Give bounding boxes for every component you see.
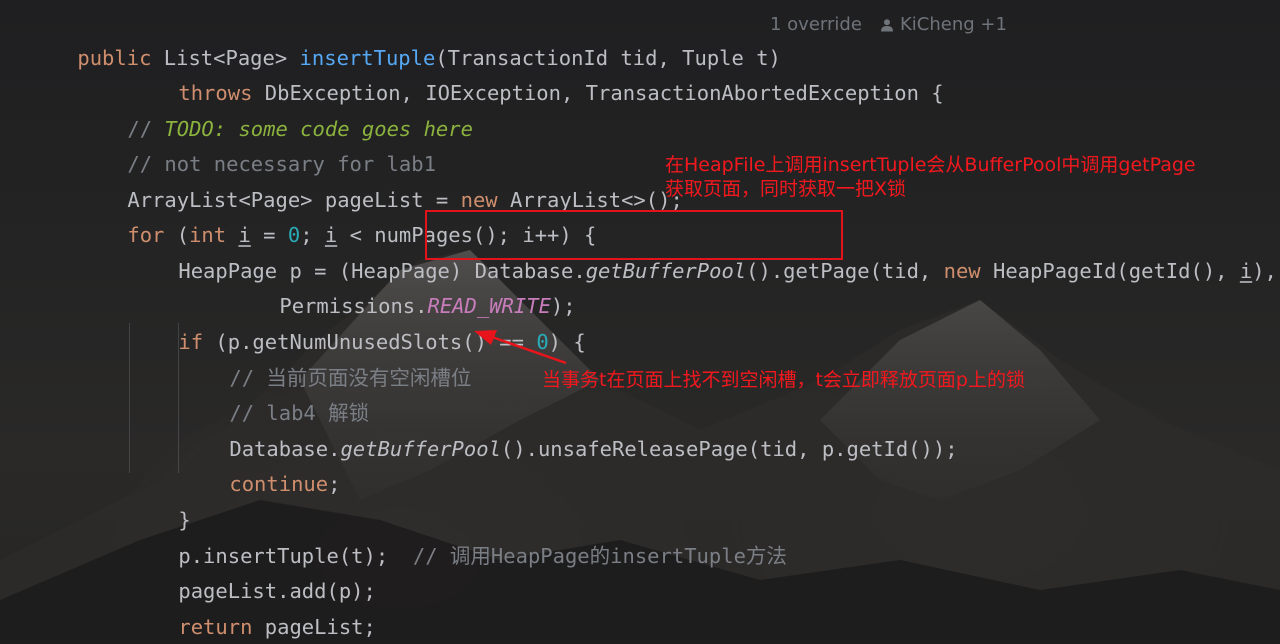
keyword-new: new	[943, 259, 981, 283]
heappageid-ctor: HeapPageId(getId(),	[993, 259, 1240, 283]
getpage-highlight-box	[425, 210, 843, 260]
annotation-getpage-line2: 获取页面，同时获取一把X锁	[665, 178, 907, 200]
get-page-args: (tid,	[869, 259, 944, 283]
code-line-3[interactable]: // TODO: some code goes here	[78, 77, 473, 141]
code-line-12[interactable]: Database.getBufferPool().unsafeReleasePa…	[180, 397, 957, 461]
loop-var: i	[1239, 259, 1253, 283]
code-line-4[interactable]: // not necessary for lab1	[78, 112, 436, 176]
code-line-13[interactable]: continue;	[180, 432, 340, 496]
override-count[interactable]: 1 override	[770, 14, 862, 35]
code-line-18[interactable]: }	[78, 610, 140, 644]
code-line-14[interactable]: }	[129, 468, 190, 532]
code-line-10[interactable]: // 当前页面没有空闲槽位	[180, 326, 471, 390]
code-line-9[interactable]: if (p.getNumUnusedSlots() == 0) {	[129, 290, 585, 354]
person-icon	[881, 19, 893, 32]
annotation-release-lock: 当事务t在页面上找不到空闲槽，t会立即释放页面p上的锁	[542, 369, 1025, 391]
get-buffer-pool-call: getBufferPool	[585, 259, 747, 283]
code-line-1[interactable]: public List<Page> insertTuple(Transactio…	[28, 6, 781, 70]
if-end: ) {	[548, 330, 586, 354]
keyword-continue: continue	[229, 472, 329, 496]
keyword-return: return	[178, 615, 253, 639]
code-line-2[interactable]: throws DbException, IOException, Transac…	[129, 41, 943, 105]
author-names[interactable]: KiCheng +1	[900, 14, 1007, 35]
author-hint[interactable]: KiCheng +1	[880, 7, 1007, 42]
annotation-getpage-line1: 在HeapFile上调用insertTuple会从BufferPool中调用ge…	[665, 154, 1196, 176]
return-value: pageList;	[264, 615, 376, 639]
get-buffer-pool-call: getBufferPool	[340, 437, 501, 461]
code-line-17[interactable]: return pageList;	[129, 575, 376, 639]
code-line-15[interactable]: p.insertTuple(t); // 调用HeapPage的insertTu…	[129, 504, 787, 568]
code-line-5[interactable]: ArrayList<Page> pageList = new ArrayList…	[78, 148, 682, 212]
number-literal: 0	[536, 330, 549, 354]
code-editor[interactable]: public List<Page> insertTuple(Transactio…	[0, 0, 1280, 644]
semicolon: ;	[328, 472, 341, 496]
args-end: ),	[1252, 259, 1277, 283]
unsafe-release-call: ().unsafeReleasePage(tid, p.getId());	[500, 437, 958, 461]
override-hint[interactable]: 1 override	[770, 7, 862, 42]
code-line-16[interactable]: pageList.add(p);	[129, 539, 375, 603]
insert-tuple-comment: // 调用HeapPage的insertTuple方法	[412, 544, 787, 568]
code-line-11[interactable]: // lab4 解锁	[180, 361, 369, 425]
get-page-call: ().getPage	[746, 259, 870, 283]
